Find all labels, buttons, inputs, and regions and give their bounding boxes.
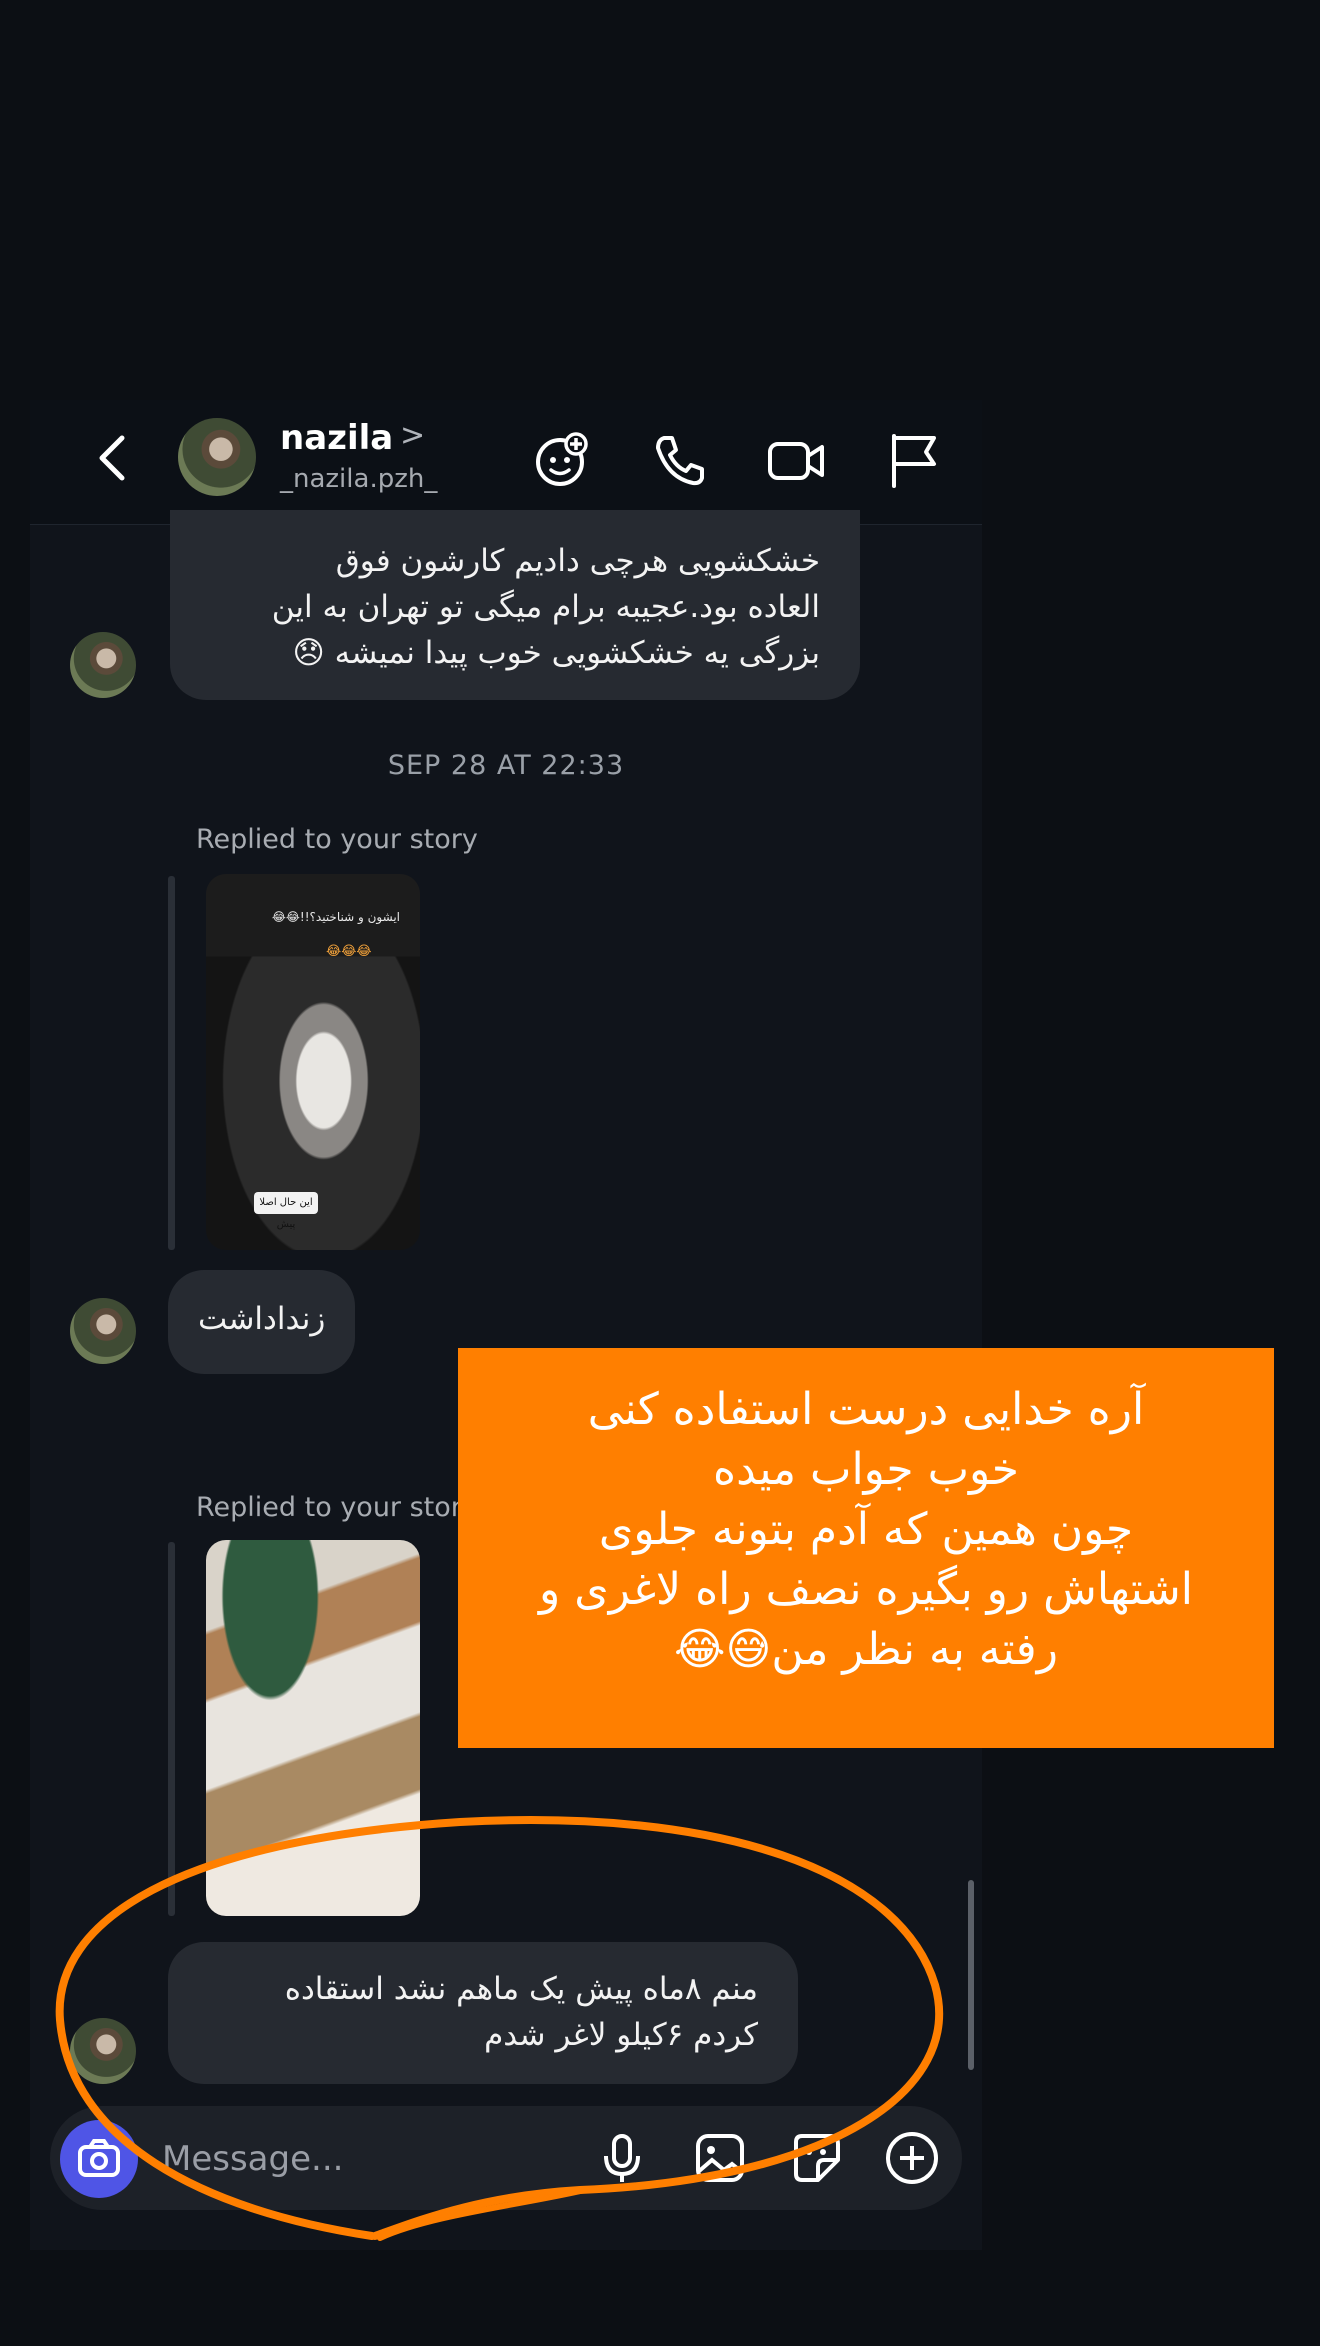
- voice-call-icon[interactable]: [648, 428, 712, 492]
- message-bubble[interactable]: خشکشویی هرچی دادیم کارشون فوق العاده بود…: [170, 510, 860, 700]
- reply-indicator-line: [168, 876, 175, 1250]
- video-call-icon[interactable]: [764, 428, 828, 492]
- timestamp: SEP 28 AT 22:33: [387, 750, 625, 781]
- message-composer: [50, 2106, 962, 2210]
- sender-avatar[interactable]: [70, 632, 136, 698]
- replied-to-story-label: Replied to your story: [196, 1492, 478, 1523]
- message-bubble[interactable]: منم ۸ماه پیش یک ماهم نشد استقاده کردم ۶ک…: [168, 1942, 798, 2084]
- story-caption: ایشون و شناختید؟!!😂😂: [271, 910, 400, 924]
- story-emoji: 😂😂😂: [326, 944, 372, 959]
- contact-name[interactable]: nazila: [280, 418, 393, 458]
- message-input[interactable]: [160, 2128, 514, 2190]
- replied-to-story-label: Replied to your story: [196, 824, 478, 855]
- profile-chevron-icon[interactable]: >: [400, 418, 425, 453]
- story-thumbnail[interactable]: ایشون و شناختید؟!!😂😂 😂😂😂 این حال اصلا پی…: [206, 874, 420, 1250]
- camera-icon: [78, 2139, 120, 2177]
- contact-handle[interactable]: _nazila.pzh_: [280, 464, 437, 494]
- scrollbar[interactable]: [968, 1880, 974, 2070]
- add-more-icon[interactable]: [882, 2128, 942, 2188]
- microphone-icon[interactable]: [592, 2128, 652, 2188]
- chat-screen: nazila > _nazila.pzh_ خشکشویی هرچی دادیم…: [30, 400, 982, 2250]
- back-chevron-icon[interactable]: [90, 430, 134, 486]
- report-flag-icon[interactable]: [882, 428, 946, 492]
- sticker-icon[interactable]: [786, 2128, 846, 2188]
- story-thumbnail[interactable]: [206, 1540, 420, 1916]
- sender-avatar[interactable]: [70, 2018, 136, 2084]
- chat-header: nazila > _nazila.pzh_: [30, 400, 982, 525]
- camera-button[interactable]: [60, 2120, 138, 2198]
- gallery-icon[interactable]: [690, 2128, 750, 2188]
- sender-avatar[interactable]: [70, 1298, 136, 1364]
- reply-indicator-line: [168, 1542, 175, 1916]
- annotation-overlay: آره خدایی درست استفاده کنی خوب جواب میده…: [458, 1348, 1274, 1748]
- add-sticker-face-icon[interactable]: [530, 428, 594, 492]
- contact-avatar[interactable]: [178, 418, 256, 496]
- story-tag: این حال اصلا پیش: [254, 1192, 318, 1230]
- message-bubble[interactable]: زنداداشت: [168, 1270, 356, 1374]
